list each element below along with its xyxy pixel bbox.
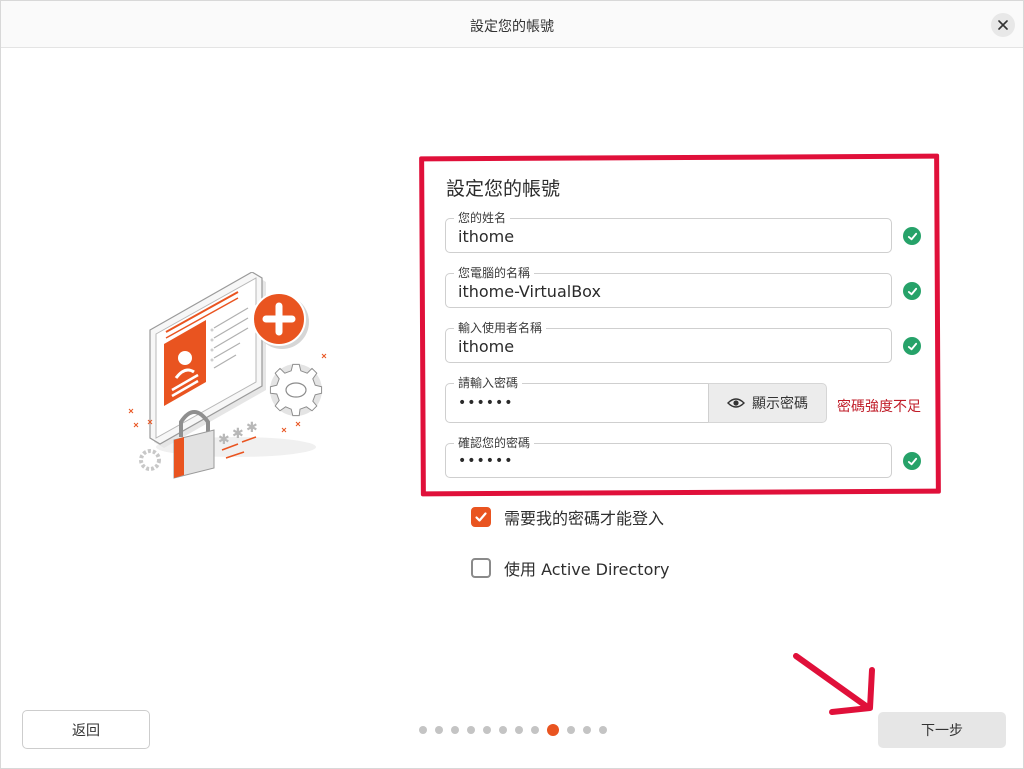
step-dot: [451, 726, 459, 734]
step-dot: [419, 726, 427, 734]
step-dot: [435, 726, 443, 734]
active-directory-label: 使用 Active Directory: [504, 560, 670, 579]
annotation-arrow: [793, 653, 875, 715]
svg-text:✱: ✱: [246, 420, 258, 436]
step-dot: [499, 726, 507, 734]
confirm-password-value: ••••••: [458, 453, 514, 469]
confirm-password-label: 確認您的密碼: [454, 435, 535, 451]
form-heading: 設定您的帳號: [446, 178, 561, 200]
account-setup-illustration: ✱ ✱ ✱: [128, 272, 327, 479]
name-field[interactable]: 您的姓名 ithome: [445, 210, 892, 253]
username-valid-indicator: [903, 337, 921, 355]
step-dot: [583, 726, 591, 734]
step-dot: [483, 726, 491, 734]
active-directory-checkbox[interactable]: [471, 558, 491, 578]
show-password-button[interactable]: 顯示密碼: [708, 383, 827, 423]
check-icon: [907, 457, 917, 465]
password-value: ••••••: [458, 395, 514, 411]
check-icon: [475, 512, 487, 522]
confirm-password-valid-indicator: [903, 452, 921, 470]
password-strength-warning: 密碼強度不足: [837, 399, 921, 415]
require-password-checkbox[interactable]: [471, 507, 491, 527]
active-directory-option[interactable]: 使用 Active Directory: [471, 556, 669, 580]
step-indicator: [419, 724, 607, 736]
title-bar: 設定您的帳號: [0, 0, 1024, 48]
check-icon: [907, 287, 917, 295]
username-label: 輸入使用者名稱: [454, 320, 547, 336]
password-label: 請輸入密碼: [454, 375, 523, 391]
close-icon: [998, 20, 1008, 30]
check-icon: [907, 232, 917, 240]
computer-name-valid-indicator: [903, 282, 921, 300]
step-dot-active: [547, 724, 559, 736]
check-icon: [907, 342, 917, 350]
close-button[interactable]: [991, 13, 1015, 37]
eye-icon: [727, 398, 745, 408]
step-dot: [515, 726, 523, 734]
back-button[interactable]: 返回: [22, 710, 150, 749]
step-dot: [567, 726, 575, 734]
next-button[interactable]: 下一步: [878, 712, 1006, 748]
computer-name-field[interactable]: 您電腦的名稱 ithome-VirtualBox: [445, 265, 892, 308]
step-dot: [599, 726, 607, 734]
require-password-option[interactable]: 需要我的密碼才能登入: [471, 505, 664, 529]
confirm-password-field[interactable]: 確認您的密碼 ••••••: [445, 435, 892, 478]
step-dot: [531, 726, 539, 734]
step-dot: [467, 726, 475, 734]
username-field[interactable]: 輸入使用者名稱 ithome: [445, 320, 892, 363]
name-value: ithome: [458, 227, 515, 246]
name-valid-indicator: [903, 227, 921, 245]
require-password-label: 需要我的密碼才能登入: [504, 509, 665, 528]
password-field[interactable]: 請輸入密碼 ••••••: [445, 375, 709, 423]
svg-text:✱: ✱: [232, 426, 244, 442]
window-title: 設定您的帳號: [470, 19, 554, 35]
show-password-label: 顯示密碼: [752, 396, 808, 412]
computer-name-label: 您電腦的名稱: [454, 265, 535, 281]
svg-text:✱: ✱: [218, 432, 230, 448]
computer-name-value: ithome-VirtualBox: [458, 282, 601, 301]
name-label: 您的姓名: [454, 210, 511, 226]
username-value: ithome: [458, 337, 515, 356]
